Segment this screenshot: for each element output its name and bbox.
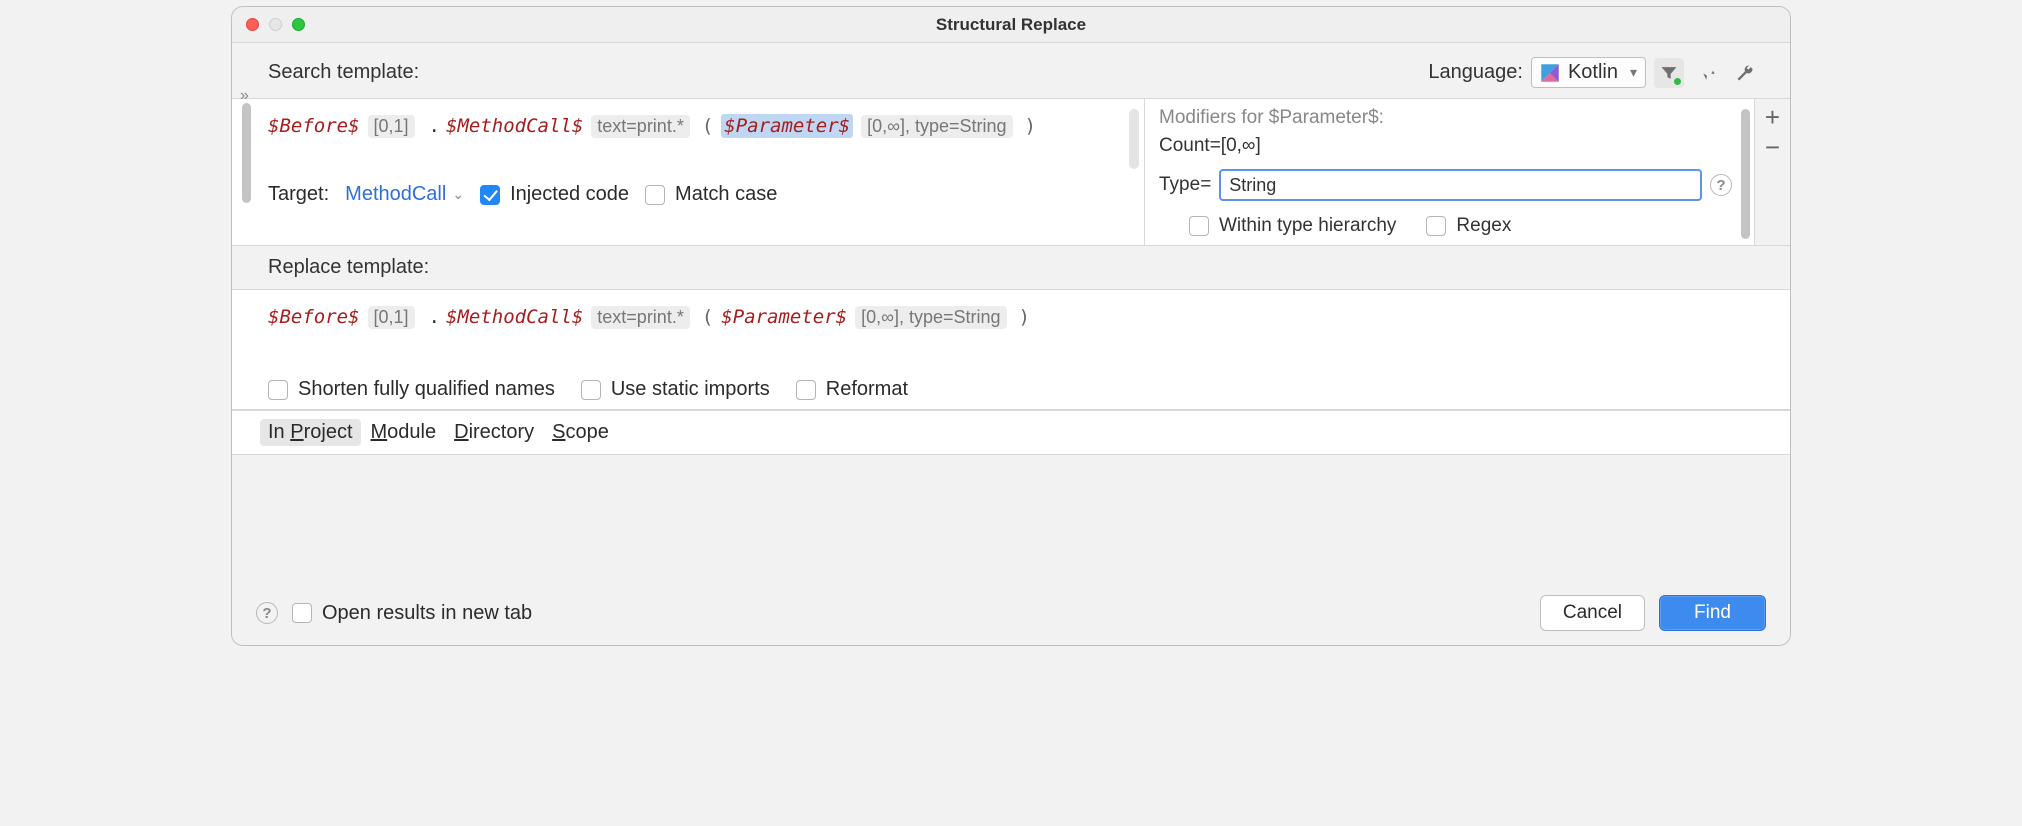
target-select[interactable]: MethodCall ⌄ bbox=[345, 183, 464, 206]
dialog-footer: ? Open results in new tab Cancel Find bbox=[232, 581, 1790, 645]
pin-icon bbox=[1697, 63, 1717, 83]
type-label: Type= bbox=[1159, 174, 1211, 196]
regex-checkbox[interactable]: Regex bbox=[1426, 215, 1511, 237]
scope-directory[interactable]: Directory bbox=[454, 421, 534, 444]
checkbox-icon bbox=[645, 185, 665, 205]
var-before: $Before$ bbox=[268, 115, 360, 137]
var-methodcall: $MethodCall$ bbox=[446, 306, 583, 328]
scope-in-project[interactable]: In Project bbox=[260, 419, 361, 446]
shorten-names-checkbox[interactable]: Shorten fully qualified names bbox=[268, 378, 555, 401]
param-count-pill: [0,∞], type=String bbox=[861, 115, 1012, 138]
static-imports-checkbox[interactable]: Use static imports bbox=[581, 378, 770, 401]
checkbox-icon bbox=[268, 380, 288, 400]
modifiers-scrollbar[interactable] bbox=[1741, 109, 1750, 239]
param-count-pill: [0,∞], type=String bbox=[855, 306, 1006, 329]
wrench-icon bbox=[1735, 63, 1755, 83]
structural-replace-dialog: Structural Replace » Search template: La… bbox=[231, 6, 1791, 646]
search-template-label: Search template: bbox=[268, 61, 419, 84]
before-count-pill: [0,1] bbox=[368, 306, 415, 329]
replace-template-label: Replace template: bbox=[268, 256, 429, 279]
dialog-title: Structural Replace bbox=[232, 15, 1790, 35]
type-input[interactable] bbox=[1219, 169, 1702, 201]
search-template-header: Search template: Language: Kotlin ▾ bbox=[232, 43, 1790, 98]
find-button[interactable]: Find bbox=[1659, 595, 1766, 631]
modifiers-panel: Modifiers for $Parameter$: Count=[0,∞] T… bbox=[1144, 99, 1754, 245]
filters-button[interactable] bbox=[1654, 58, 1684, 88]
chevron-down-icon: ▾ bbox=[1630, 64, 1637, 81]
target-label: Target: bbox=[268, 183, 329, 206]
var-methodcall: $MethodCall$ bbox=[446, 115, 583, 137]
var-parameter-selected[interactable]: $Parameter$ bbox=[721, 114, 853, 138]
injected-code-checkbox[interactable]: Injected code bbox=[480, 183, 629, 206]
search-template-editor[interactable]: $Before$ [0,1] . $MethodCall$ text=print… bbox=[232, 99, 1144, 245]
filter-active-indicator bbox=[1674, 78, 1681, 85]
replace-options: Shorten fully qualified names Use static… bbox=[268, 378, 1776, 401]
language-value: Kotlin bbox=[1568, 61, 1618, 84]
modifier-tools: + − bbox=[1754, 99, 1790, 245]
add-modifier-button[interactable]: + bbox=[1765, 105, 1780, 129]
method-text-pill: text=print.* bbox=[591, 306, 690, 329]
checkbox-icon bbox=[796, 380, 816, 400]
match-case-checkbox[interactable]: Match case bbox=[645, 183, 777, 206]
target-row: Target: MethodCall ⌄ Injected code Match… bbox=[268, 183, 1130, 206]
checkbox-icon bbox=[1189, 216, 1209, 236]
checkbox-icon bbox=[480, 185, 500, 205]
language-label: Language: bbox=[1428, 61, 1523, 84]
kotlin-icon bbox=[1540, 63, 1560, 83]
language-select[interactable]: Kotlin ▾ bbox=[1531, 57, 1646, 88]
cancel-button[interactable]: Cancel bbox=[1540, 595, 1645, 631]
modifier-count: Count=[0,∞] bbox=[1159, 135, 1732, 157]
replace-template-header: Replace template: bbox=[232, 246, 1790, 289]
target-value: MethodCall bbox=[345, 183, 446, 206]
var-parameter: $Parameter$ bbox=[721, 306, 847, 328]
within-hierarchy-checkbox[interactable]: Within type hierarchy bbox=[1189, 215, 1396, 237]
before-count-pill: [0,1] bbox=[368, 115, 415, 138]
scope-module[interactable]: Module bbox=[371, 421, 437, 444]
help-button[interactable]: ? bbox=[256, 602, 278, 624]
checkbox-icon bbox=[581, 380, 601, 400]
replace-template-row: $Before$ [0,1] . $MethodCall$ text=print… bbox=[232, 289, 1790, 410]
method-text-pill: text=print.* bbox=[591, 115, 690, 138]
checkbox-icon bbox=[292, 603, 312, 623]
search-template-code[interactable]: $Before$ [0,1] . $MethodCall$ text=print… bbox=[268, 109, 1130, 143]
scope-scope[interactable]: Scope bbox=[552, 421, 609, 444]
replace-template-editor[interactable]: $Before$ [0,1] . $MethodCall$ text=print… bbox=[232, 290, 1790, 409]
modifiers-title: Modifiers for $Parameter$: bbox=[1159, 107, 1732, 129]
help-icon[interactable]: ? bbox=[1710, 174, 1732, 196]
search-template-row: $Before$ [0,1] . $MethodCall$ text=print… bbox=[232, 98, 1790, 246]
checkbox-icon bbox=[1426, 216, 1446, 236]
editor-scrollbar[interactable] bbox=[1129, 109, 1139, 169]
scope-row: In Project Module Directory Scope bbox=[232, 410, 1790, 455]
var-before: $Before$ bbox=[268, 306, 360, 328]
pin-button[interactable] bbox=[1692, 58, 1722, 88]
titlebar: Structural Replace bbox=[232, 7, 1790, 43]
remove-modifier-button[interactable]: − bbox=[1765, 135, 1780, 159]
open-new-tab-checkbox[interactable]: Open results in new tab bbox=[292, 602, 532, 625]
replace-template-code[interactable]: $Before$ [0,1] . $MethodCall$ text=print… bbox=[268, 300, 1776, 334]
chevron-down-icon: ⌄ bbox=[452, 186, 464, 203]
reformat-checkbox[interactable]: Reformat bbox=[796, 378, 908, 401]
tools-button[interactable] bbox=[1730, 58, 1760, 88]
